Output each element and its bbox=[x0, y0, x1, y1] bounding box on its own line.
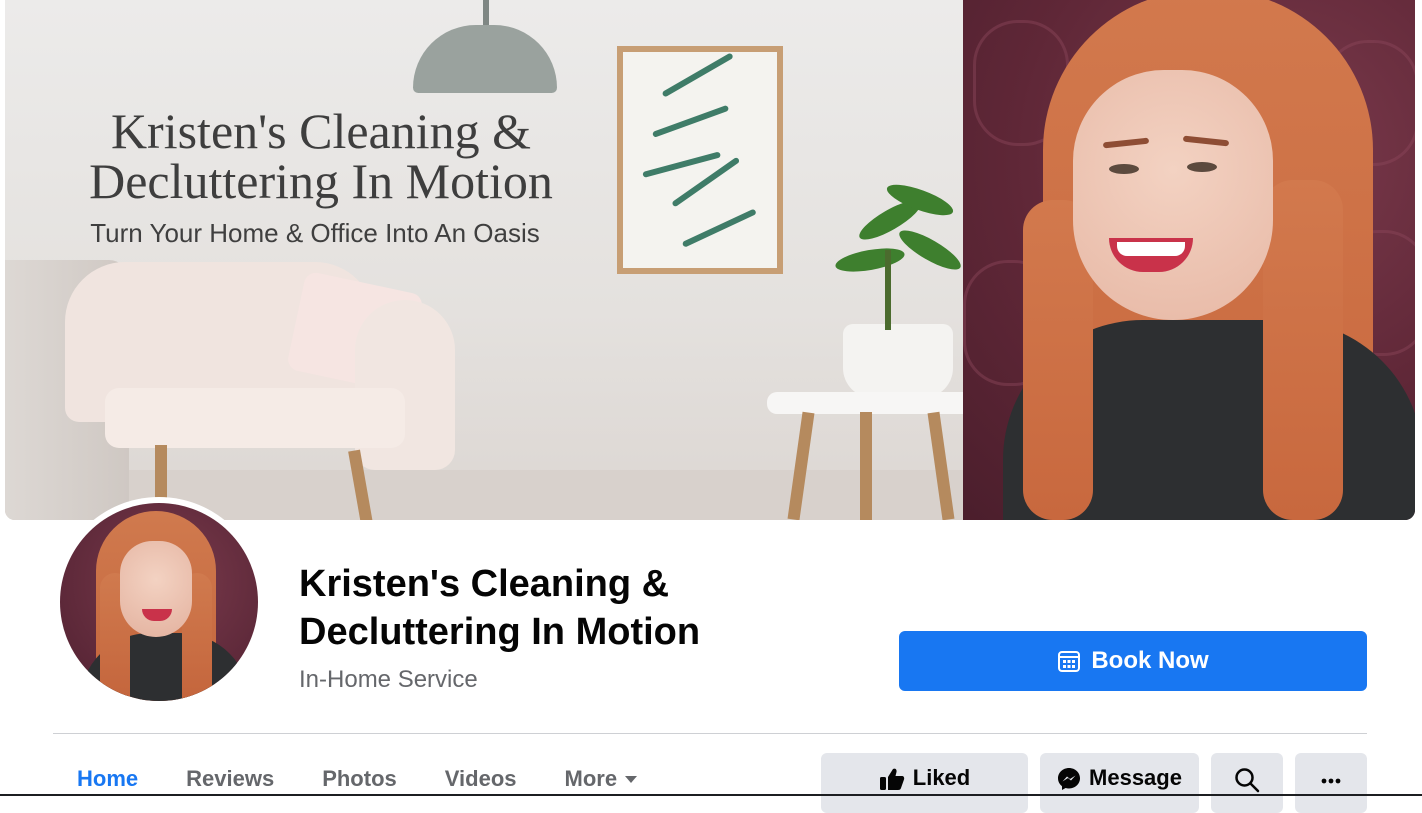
tab-label: Photos bbox=[322, 766, 397, 791]
message-button[interactable]: Message bbox=[1040, 753, 1199, 813]
tab-label: Reviews bbox=[186, 766, 275, 791]
cover-headline: Kristen's Cleaning & Decluttering In Mot… bbox=[89, 103, 553, 209]
profile-picture[interactable] bbox=[60, 503, 258, 701]
eye bbox=[1187, 162, 1217, 172]
page-category[interactable]: In-Home Service bbox=[299, 664, 478, 696]
more-options-button[interactable] bbox=[1295, 753, 1367, 813]
calendar-icon bbox=[1058, 651, 1081, 672]
liked-label: Liked bbox=[912, 765, 971, 790]
tab-label: Home bbox=[77, 766, 139, 791]
plant-leaf bbox=[833, 244, 907, 276]
book-now-button[interactable]: Book Now bbox=[899, 631, 1367, 691]
page-title: Kristen's Cleaning & Decluttering In Mot… bbox=[299, 563, 701, 653]
cover-photo[interactable]: Kristen's Cleaning & Decluttering In Mot… bbox=[5, 0, 1415, 520]
book-now-label: Book Now bbox=[1091, 647, 1209, 674]
search-icon bbox=[1235, 768, 1260, 793]
face bbox=[1073, 70, 1273, 320]
wall-art-frame bbox=[617, 46, 783, 274]
liked-button[interactable]: Liked bbox=[821, 753, 1028, 813]
eye bbox=[1109, 164, 1139, 174]
tab-label: Videos bbox=[444, 766, 517, 791]
avatar-face bbox=[120, 541, 192, 637]
plant-pot bbox=[843, 324, 953, 398]
leaf bbox=[681, 208, 757, 248]
table-leg bbox=[860, 412, 872, 520]
leaf bbox=[661, 52, 734, 98]
hair-strand bbox=[1263, 180, 1343, 520]
tab-reviews[interactable]: Reviews bbox=[162, 754, 298, 796]
tab-home[interactable]: Home bbox=[53, 754, 162, 796]
messenger-icon bbox=[1058, 768, 1081, 790]
caret-down-icon bbox=[625, 776, 638, 783]
armchair-seat bbox=[105, 388, 405, 448]
tab-label: More bbox=[564, 766, 618, 791]
header-divider bbox=[53, 733, 1367, 734]
plant-stem bbox=[885, 250, 891, 330]
search-button[interactable] bbox=[1211, 753, 1283, 813]
tab-videos[interactable]: Videos bbox=[421, 754, 541, 796]
leaf bbox=[642, 151, 722, 178]
message-label: Message bbox=[1089, 765, 1182, 790]
side-table-top bbox=[767, 392, 977, 414]
teeth bbox=[1117, 242, 1185, 256]
cover-room-scene: Kristen's Cleaning & Decluttering In Mot… bbox=[5, 0, 977, 520]
thumbs-up-icon bbox=[879, 768, 904, 790]
tab-photos[interactable]: Photos bbox=[298, 754, 421, 796]
page-tabs: Home Reviews Photos Videos More bbox=[53, 754, 661, 796]
plant-leaf bbox=[894, 223, 966, 277]
more-dots-icon bbox=[1321, 778, 1341, 784]
cover-tagline: Turn Your Home & Office Into An Oasis bbox=[90, 218, 540, 248]
cover-portrait bbox=[963, 0, 1415, 520]
tab-more[interactable]: More bbox=[541, 754, 662, 796]
leaf bbox=[651, 104, 730, 138]
pendant-lamp bbox=[413, 25, 557, 93]
